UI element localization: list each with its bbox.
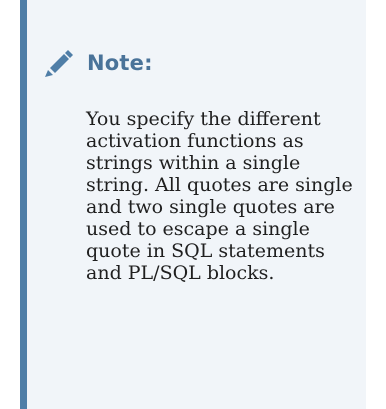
note-header: Note:: [41, 45, 153, 81]
pencil-icon: [41, 46, 75, 80]
note-callout: Note: You specify the different activati…: [20, 0, 366, 409]
note-text: You specify the different activation fun…: [86, 108, 353, 284]
note-title: Note:: [87, 51, 153, 75]
